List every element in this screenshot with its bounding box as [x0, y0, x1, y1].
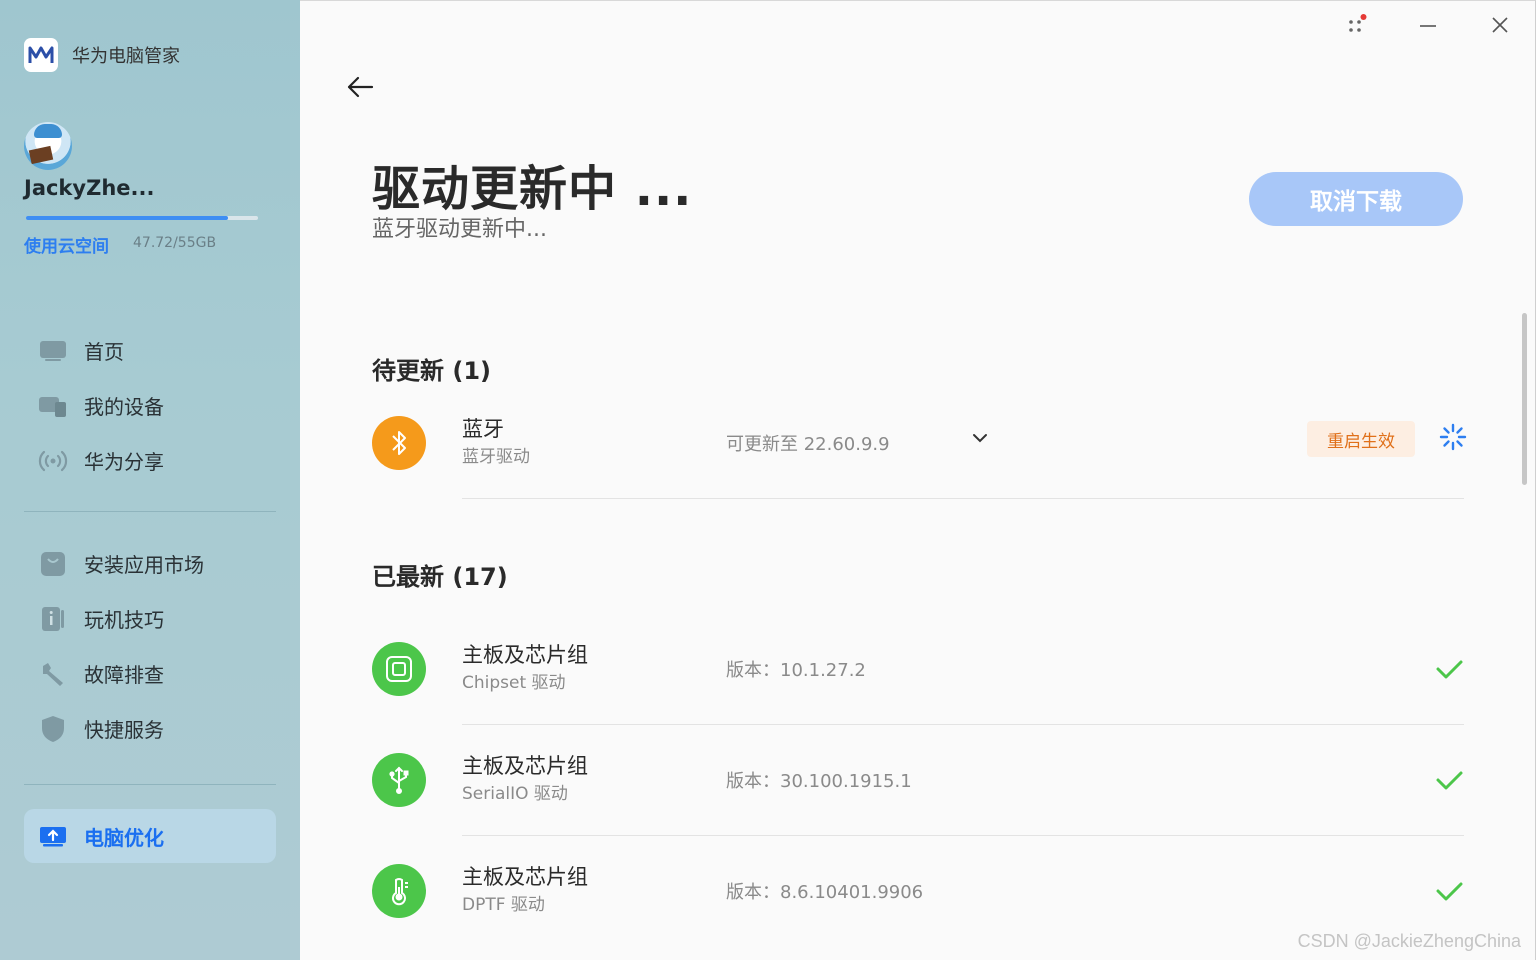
pc-optimize-icon	[38, 821, 68, 851]
sidebar-item-label: 玩机技巧	[84, 608, 164, 632]
grid-dots-icon	[1349, 14, 1367, 32]
chevron-down-icon[interactable]	[970, 428, 990, 448]
sidebar-divider	[24, 784, 276, 785]
loading-spinner-icon	[1439, 423, 1467, 451]
info-icon	[38, 604, 68, 634]
shield-icon	[38, 714, 68, 744]
wrench-icon	[38, 659, 68, 689]
driver-version: 版本：10.1.27.2	[726, 660, 866, 681]
pending-section-title: 待更新 (1)	[372, 357, 491, 385]
updated-section-title: 已最新 (17)	[372, 563, 508, 591]
shopping-bag-icon	[38, 549, 68, 579]
driver-desc: DPTF 驱动	[462, 895, 545, 915]
sidebar-item-label: 首页	[84, 340, 124, 364]
sidebar-item-label: 华为分享	[84, 450, 164, 474]
driver-version: 可更新至 22.60.9.9	[726, 434, 890, 455]
nav-group-main: 首页 我的设备 华为分享	[24, 323, 276, 488]
check-icon	[1436, 771, 1463, 790]
app-name: 华为电脑管家	[72, 46, 180, 67]
driver-name: 蓝牙	[462, 417, 504, 441]
username[interactable]: JackyZhe...	[24, 176, 154, 200]
cloud-space-link[interactable]: 使用云空间	[24, 232, 109, 257]
sidebar-item-quick-service[interactable]: 快捷服务	[24, 701, 276, 756]
main-panel: 驱动更新中 ... 蓝牙驱动更新中... 取消下载 待更新 (1) 蓝牙 蓝牙驱…	[300, 0, 1536, 960]
sidebar-item-huawei-share[interactable]: 华为分享	[24, 433, 276, 488]
cancel-download-button[interactable]: 取消下载	[1249, 172, 1463, 226]
driver-row-pending[interactable]: 蓝牙 蓝牙驱动 可更新至 22.60.9.9 重启生效	[372, 388, 1467, 499]
sidebar-item-label: 故障排查	[84, 663, 164, 687]
app-logo-icon	[24, 38, 58, 72]
sidebar-item-label: 快捷服务	[84, 718, 164, 742]
close-icon	[1492, 17, 1508, 33]
driver-row-updated[interactable]: 主板及芯片组 Chipset 驱动 版本：10.1.27.2	[372, 614, 1464, 725]
cloud-usage-text: 47.72/55GB	[133, 235, 217, 251]
driver-desc: Chipset 驱动	[462, 673, 566, 693]
sidebar-item-label: 我的设备	[84, 395, 164, 419]
sidebar-item-devices[interactable]: 我的设备	[24, 378, 276, 433]
driver-name: 主板及芯片组	[462, 754, 588, 778]
sidebar: 华为电脑管家 JackyZhe... 使用云空间 47.72/55GB 首页 我…	[0, 0, 300, 960]
driver-name: 主板及芯片组	[462, 643, 588, 667]
monitor-icon	[38, 336, 68, 366]
page-title: 驱动更新中 ...	[372, 161, 693, 217]
sidebar-item-app-market[interactable]: 安装应用市场	[24, 536, 276, 591]
back-button[interactable]	[344, 71, 376, 103]
driver-name: 主板及芯片组	[462, 865, 588, 889]
arrow-left-icon	[347, 76, 374, 98]
close-button[interactable]	[1484, 11, 1516, 39]
sidebar-item-troubleshoot[interactable]: 故障排查	[24, 646, 276, 701]
thermometer-icon	[372, 864, 426, 918]
driver-desc: SerialIO 驱动	[462, 784, 568, 804]
sidebar-divider	[24, 511, 276, 512]
minimize-button[interactable]	[1412, 11, 1444, 39]
driver-desc: 蓝牙驱动	[462, 447, 530, 467]
chip-icon	[372, 642, 426, 696]
check-icon	[1436, 882, 1463, 901]
driver-version: 版本：8.6.10401.9906	[726, 882, 924, 903]
cloud-usage-fill	[26, 216, 228, 220]
row-divider	[462, 498, 1464, 499]
sidebar-item-home[interactable]: 首页	[24, 323, 276, 378]
watermark: CSDN @JackieZhengChina	[1297, 931, 1521, 951]
cloud-usage-bar	[26, 216, 258, 220]
scrollbar[interactable]	[1522, 313, 1527, 485]
brand: 华为电脑管家	[24, 38, 180, 72]
minimize-icon	[1420, 25, 1436, 27]
driver-version: 版本：30.100.1915.1	[726, 771, 912, 792]
sidebar-item-pc-optimize[interactable]: 电脑优化	[24, 809, 276, 863]
more-apps-button[interactable]	[1340, 11, 1372, 39]
check-icon	[1436, 660, 1463, 679]
avatar[interactable]	[24, 122, 72, 170]
bluetooth-icon	[372, 416, 426, 470]
sidebar-item-tips[interactable]: 玩机技巧	[24, 591, 276, 646]
usb-icon	[372, 753, 426, 807]
sidebar-item-label: 安装应用市场	[84, 553, 204, 577]
nav-group-services: 安装应用市场 玩机技巧 故障排查 快捷服务	[24, 536, 276, 756]
devices-icon	[38, 391, 68, 421]
restart-badge: 重启生效	[1307, 421, 1415, 457]
sidebar-item-label: 电脑优化	[84, 825, 164, 850]
driver-row-updated[interactable]: 主板及芯片组 SerialIO 驱动 版本：30.100.1915.1	[372, 725, 1464, 836]
page-subtitle: 蓝牙驱动更新中...	[372, 217, 547, 242]
share-icon	[38, 446, 68, 476]
